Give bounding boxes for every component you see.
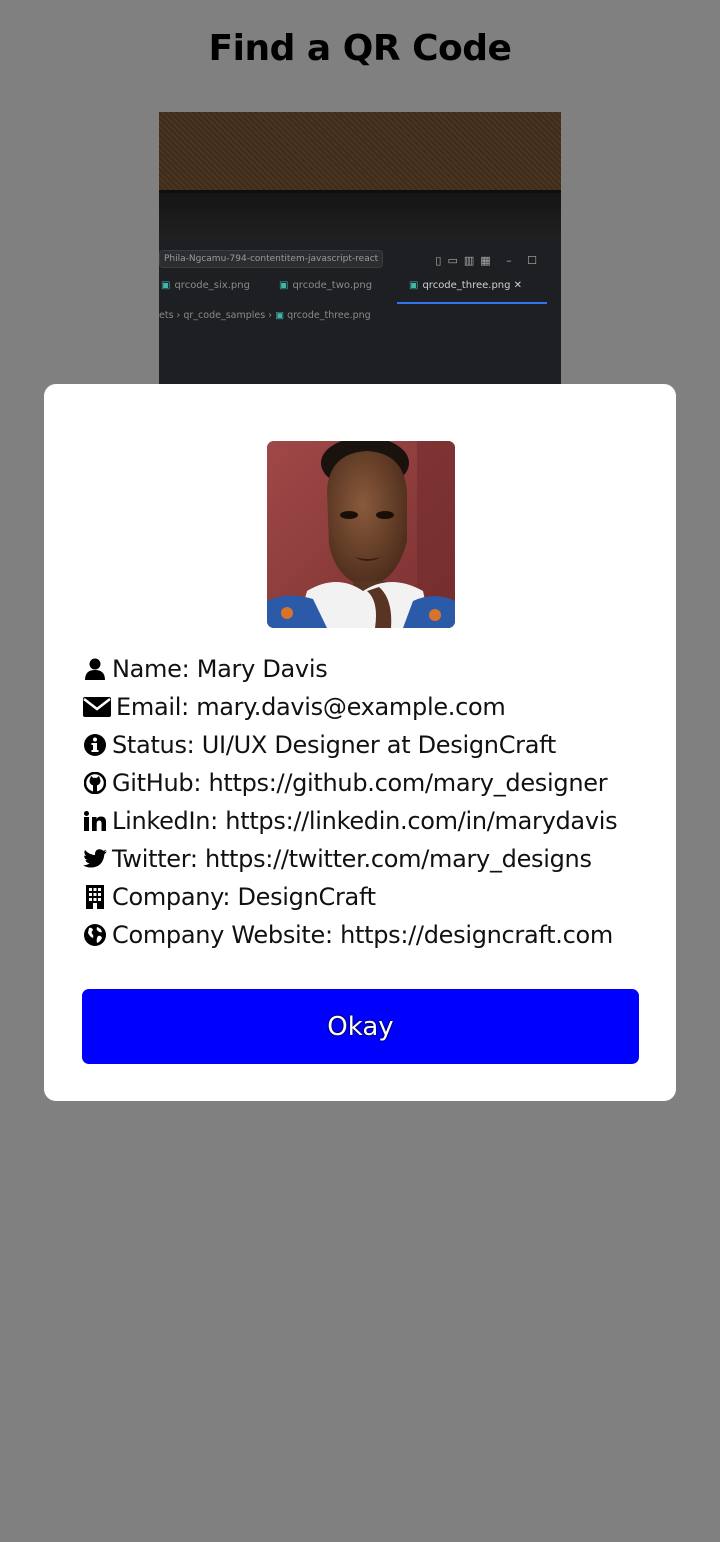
ide-tab: ▣ qrcode_two.png [279, 280, 373, 291]
profile-linkedin-text: LinkedIn: https://linkedin.com/in/maryda… [112, 807, 618, 835]
profile-modal: Name: Mary Davis Email: mary.davis@examp… [44, 384, 676, 1101]
profile-website-text: Company Website: https://designcraft.com [112, 921, 613, 949]
ide-titlebar: Phila-Ngcamu-794-contentitem-javascript-… [159, 246, 561, 274]
ide-tab-active: ▣ qrcode_three.png ✕ [409, 280, 523, 291]
ide-breadcrumb: ets › qr_code_samples › ▣ qrcode_three.p… [159, 310, 371, 321]
user-icon [82, 657, 108, 681]
file-icon: ▣ [275, 310, 285, 321]
page-title: Find a QR Code [208, 28, 512, 69]
window-controls-icon: ▯▭▥▦ – ☐ [435, 254, 543, 267]
camera-preview: Phila-Ngcamu-794-contentitem-javascript-… [159, 112, 561, 384]
profile-status-text: Status: UI/UX Designer at DesignCraft [112, 731, 556, 759]
profile-info-list: Name: Mary Davis Email: mary.davis@examp… [82, 650, 662, 954]
profile-email-text: Email: mary.davis@example.com [116, 693, 506, 721]
twitter-icon [82, 847, 108, 871]
globe-icon [82, 923, 108, 947]
okay-button[interactable]: Okay [82, 989, 639, 1064]
profile-name-text: Name: Mary Davis [112, 655, 328, 683]
profile-status-row: Status: UI/UX Designer at DesignCraft [82, 726, 662, 764]
ide-tabs: ▣ qrcode_six.png ▣ qrcode_two.png ▣ qrcode_… [159, 280, 561, 304]
ide-tab: ▣ qrcode_six.png [161, 280, 250, 291]
profile-linkedin-row: LinkedIn: https://linkedin.com/in/maryda… [82, 802, 662, 840]
profile-twitter-row: Twitter: https://twitter.com/mary_design… [82, 840, 662, 878]
profile-company-text: Company: DesignCraft [112, 883, 376, 911]
monitor-bezel [159, 190, 561, 240]
profile-github-row: GitHub: https://github.com/mary_designer [82, 764, 662, 802]
camera-background [159, 112, 561, 190]
building-icon [82, 885, 108, 909]
branch-label: Phila-Ngcamu-794-contentitem-javascript-… [159, 250, 384, 268]
file-icon: ▣ [161, 280, 171, 291]
envelope-icon [82, 695, 112, 719]
profile-company-row: Company: DesignCraft [82, 878, 662, 916]
profile-email-row: Email: mary.davis@example.com [82, 688, 662, 726]
profile-github-text: GitHub: https://github.com/mary_designer [112, 769, 608, 797]
profile-name-row: Name: Mary Davis [82, 650, 662, 688]
active-tab-indicator [397, 302, 547, 304]
profile-website-row: Company Website: https://designcraft.com [82, 916, 662, 954]
monitor-screen: Phila-Ngcamu-794-contentitem-javascript-… [159, 240, 561, 384]
profile-twitter-text: Twitter: https://twitter.com/mary_design… [112, 845, 592, 873]
tab-close-icon: ✕ [513, 280, 523, 291]
github-icon [82, 771, 108, 795]
info-circle-icon [82, 733, 108, 757]
linkedin-icon [82, 809, 108, 833]
file-icon: ▣ [279, 280, 289, 291]
avatar [267, 441, 455, 628]
file-icon: ▣ [409, 280, 419, 291]
